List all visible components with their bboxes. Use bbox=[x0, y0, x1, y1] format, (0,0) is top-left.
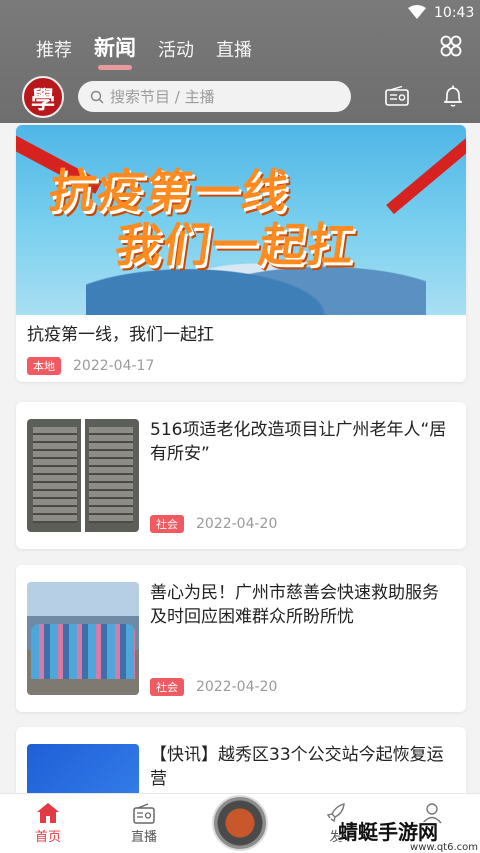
publish-date: 2022-04-20 bbox=[196, 679, 278, 695]
category-badge: 社会 bbox=[150, 515, 184, 533]
watermark: 蜻蜓手游网 www.qt6.com bbox=[338, 816, 478, 853]
tab-live[interactable]: 直播 bbox=[216, 36, 252, 62]
bell-icon[interactable] bbox=[442, 84, 464, 108]
watermark-text: 蜻蜓手游网 bbox=[338, 820, 438, 844]
radio-icon[interactable] bbox=[385, 86, 409, 106]
news-thumbnail bbox=[27, 744, 139, 797]
category-badge: 社会 bbox=[150, 678, 184, 696]
search-input[interactable] bbox=[110, 87, 330, 106]
featured-meta: 本地 2022-04-17 bbox=[16, 347, 466, 382]
radio-icon bbox=[133, 803, 155, 824]
status-time: 10:43 bbox=[434, 5, 475, 21]
news-list-item[interactable]: 【快讯】越秀区33个公交站今起恢复运营 bbox=[16, 727, 466, 797]
center-play-button[interactable] bbox=[212, 795, 268, 851]
wifi-icon bbox=[408, 5, 426, 19]
news-title: 善心为民！广州市慈善会快速救助服务及时回应困难群众所盼所忧 bbox=[150, 583, 439, 627]
home-icon bbox=[37, 803, 59, 823]
news-title: 【快讯】越秀区33个公交站今起恢复运营 bbox=[150, 745, 444, 789]
search-icon bbox=[90, 90, 104, 104]
news-thumbnail bbox=[27, 582, 139, 695]
tab-recommend[interactable]: 推荐 bbox=[36, 36, 72, 62]
news-title: 516项适老化改造项目让广州老年人“居有所安” bbox=[150, 420, 447, 464]
top-bar: 10:43 推荐 新闻 活动 直播 學 bbox=[0, 0, 480, 123]
featured-title: 抗疫第一线，我们一起扛 bbox=[27, 325, 214, 345]
news-list-item[interactable]: 516项适老化改造项目让广州老年人“居有所安” 社会 2022-04-20 bbox=[16, 402, 466, 549]
publish-date: 2022-04-20 bbox=[196, 516, 278, 532]
category-badge: 本地 bbox=[27, 357, 61, 375]
publish-date: 2022-04-17 bbox=[73, 358, 155, 374]
search-bar[interactable] bbox=[78, 81, 351, 112]
category-tabs: 推荐 新闻 活动 直播 bbox=[36, 32, 274, 70]
featured-news-card[interactable]: 抗疫第一线 我们一起扛 抗疫第一线，我们一起扛 本地 2022-04-17 bbox=[16, 125, 466, 382]
ribbon-decoration bbox=[386, 127, 466, 215]
nav-home[interactable]: 首页 bbox=[18, 802, 78, 845]
featured-banner-image: 抗疫第一线 我们一起扛 bbox=[16, 125, 466, 315]
app-logo[interactable]: 學 bbox=[22, 76, 64, 118]
nav-live[interactable]: 直播 bbox=[114, 802, 174, 845]
nav-home-label: 首页 bbox=[34, 830, 61, 845]
tab-news[interactable]: 新闻 bbox=[94, 32, 136, 70]
news-thumbnail bbox=[27, 419, 139, 532]
grid-menu-icon[interactable] bbox=[439, 34, 463, 58]
tab-activity[interactable]: 活动 bbox=[158, 36, 194, 62]
news-list-item[interactable]: 善心为民！广州市慈善会快速救助服务及时回应困难群众所盼所忧 社会 2022-04… bbox=[16, 565, 466, 712]
nav-live-label: 直播 bbox=[130, 830, 157, 845]
status-bar: 10:43 bbox=[0, 0, 480, 26]
news-meta: 社会 2022-04-20 bbox=[150, 678, 277, 696]
banner-text-line2: 我们一起扛 bbox=[111, 218, 360, 272]
news-meta: 社会 2022-04-20 bbox=[150, 515, 277, 533]
